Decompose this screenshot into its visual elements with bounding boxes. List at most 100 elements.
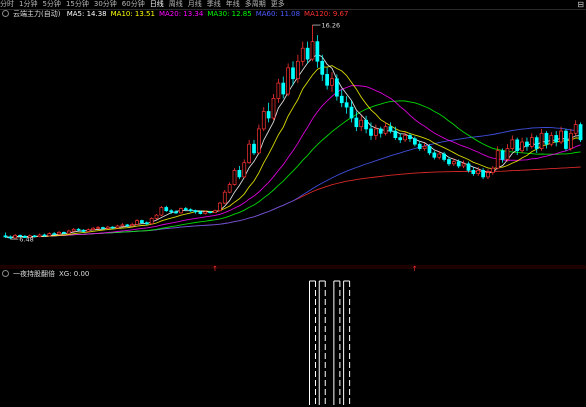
candle-body [125,224,130,227]
candle-body [559,130,563,143]
candle-body [544,132,549,145]
candle-body [71,228,76,232]
candle-body [564,130,568,149]
candle-body [354,117,359,128]
candle-body [573,124,578,134]
candle-body [227,184,232,193]
candle-body [159,207,164,216]
candle-body [344,102,349,108]
period-tab[interactable]: 多周期 [245,0,266,8]
candle-body [349,106,354,119]
candle-body [471,170,476,174]
period-tab[interactable]: 分时 [0,0,14,8]
candle-body [96,227,100,229]
candle-body [47,233,52,237]
candle-body [515,139,520,152]
candle-body [330,78,334,86]
candle-body [257,128,261,154]
candle-body [505,148,510,160]
candle-body [140,220,144,224]
candle-body [417,143,422,149]
candle-body [451,161,456,165]
candle-body [525,141,529,147]
candle-body [183,208,188,210]
chart-canvas[interactable]: 16.266.48↑↑财 [0,0,586,407]
candle-body [76,228,81,231]
candle-body [222,191,227,204]
candle-body [388,126,393,132]
candle-body [432,152,437,158]
ma60-line [5,127,581,238]
candle-body [578,124,583,141]
candle-body [291,67,295,80]
period-tab[interactable]: 季线 [207,0,221,8]
candle-body [276,82,281,99]
candle-body [188,209,193,212]
period-tab[interactable]: 周线 [169,0,183,8]
candle-body [37,234,42,238]
period-tab[interactable]: 5分钟 [42,0,60,8]
close-icon[interactable]: ⊟ [577,0,584,9]
candle-body [120,224,125,227]
candle-body [3,235,8,238]
candle-body [266,111,271,119]
candle-body [42,234,47,237]
period-tab[interactable]: 1分钟 [19,0,37,8]
ma-legend-item: MA10: 13.51 [110,10,155,18]
candle-body [520,141,524,152]
ma-legend-item: MA5: 14.38 [66,10,107,18]
candle-body [300,47,305,62]
period-tab[interactable]: 日线 [150,0,164,8]
candle-body [208,211,213,214]
period-tab[interactable]: 年线 [226,0,240,8]
candle-body [261,111,266,130]
period-tab[interactable]: 15分钟 [66,0,89,8]
period-tab[interactable]: 60分钟 [122,0,145,8]
indicator-value: XG: 0.00 [59,270,90,278]
candle-body [412,138,417,145]
candle-body [422,146,427,149]
ma-legend-item: MA30: 12.85 [207,10,252,18]
candle-body [310,41,315,60]
indicator-toggle-icon[interactable] [2,270,9,277]
candle-body [529,137,534,147]
candle-body [339,95,344,104]
candle-body [242,162,247,178]
candle-body [378,128,383,134]
candle-body [554,135,559,143]
candle-body [393,130,398,138]
candle-body [296,60,300,80]
candle-body [164,207,169,212]
period-tab[interactable]: 更多 [271,0,285,8]
high-label: 16.26 [321,22,340,30]
candle-body [198,211,203,214]
candle-body [369,128,373,136]
candle-body [500,150,505,160]
ma-legend-title: 云端主力(自动) [13,10,61,18]
candle-body [325,74,329,86]
candle-body [481,170,485,178]
candle-body [456,161,461,167]
indicator-title: 一夜持股翻倍 [13,270,55,278]
candle-body [495,150,500,169]
candle-body [490,167,495,173]
candle-body [549,135,554,145]
period-tab[interactable]: 月线 [188,0,202,8]
ma120-line [5,166,581,238]
candle-body [203,211,208,214]
candle-body [110,226,115,229]
candle-body [466,163,471,171]
candle-body [510,139,515,149]
candle-body [91,227,96,231]
period-tab[interactable]: 30分钟 [94,0,117,8]
candle-body [442,153,446,160]
candle-body [447,159,451,165]
indicator-toggle-icon[interactable] [2,10,9,17]
candle-body [383,126,388,134]
candle-body [539,132,544,149]
candle-body [144,222,149,225]
candle-body [408,135,412,140]
candle-body [271,98,276,119]
candle-body [13,235,18,239]
candle-body [232,170,237,185]
